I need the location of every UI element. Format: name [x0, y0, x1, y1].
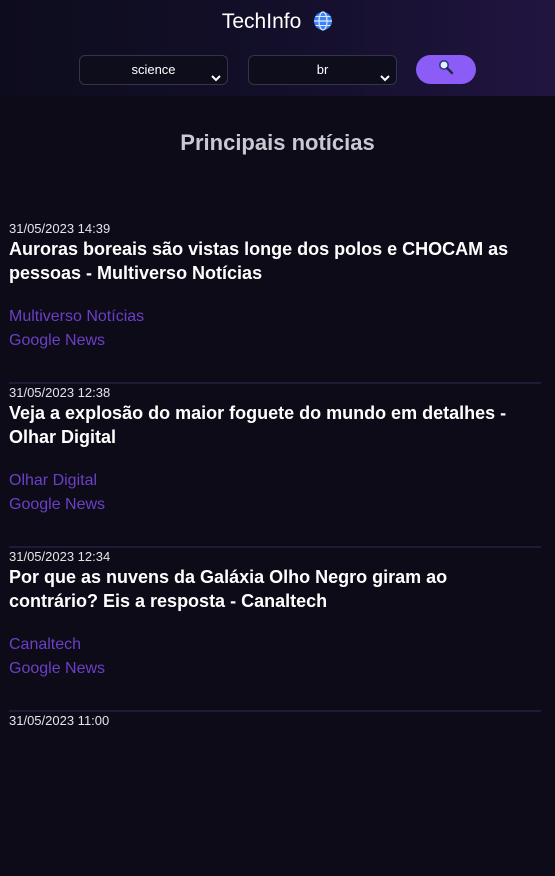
category-select[interactable]: science	[79, 55, 228, 85]
app-title: TechInfo	[0, 9, 555, 38]
news-date: 31/05/2023 11:00	[9, 713, 110, 728]
news-item: 31/05/2023 12:38 Veja a explosão do maio…	[9, 384, 541, 548]
news-aggregator-link[interactable]: Google News	[9, 659, 105, 679]
app-title-text: TechInfo	[221, 10, 302, 33]
news-date: 31/05/2023 14:39	[9, 221, 111, 236]
news-date: 31/05/2023 12:38	[9, 385, 111, 400]
news-headline: Por que as nuvens da Galáxia Olho Negro …	[9, 567, 448, 611]
chevron-down-icon	[211, 65, 221, 93]
category-select-value: science	[131, 62, 176, 77]
news-headline: Auroras boreais são vistas longe dos pol…	[9, 239, 509, 283]
news-headline: Veja a explosão do maior foguete do mund…	[9, 403, 507, 447]
news-date: 31/05/2023 12:34	[9, 549, 111, 564]
page-title: Principais notícias	[180, 130, 375, 155]
country-select-value: br	[316, 62, 329, 77]
search-button[interactable]	[416, 55, 476, 84]
chevron-down-icon	[380, 65, 390, 93]
magnifier-icon	[438, 59, 454, 80]
news-aggregator-link[interactable]: Google News	[9, 495, 105, 515]
globe-icon	[313, 11, 333, 38]
country-select[interactable]: br	[248, 55, 397, 85]
news-source-link[interactable]: Multiverso Notícias	[9, 307, 144, 327]
header: TechInfo science br	[0, 0, 555, 96]
news-item: 31/05/2023 11:00	[9, 712, 541, 876]
news-source-link[interactable]: Olhar Digital	[9, 471, 97, 491]
news-item: 31/05/2023 14:39 Auroras boreais são vis…	[9, 220, 541, 384]
news-aggregator-link[interactable]: Google News	[9, 331, 105, 351]
news-item: 31/05/2023 12:34 Por que as nuvens da Ga…	[9, 548, 541, 712]
news-feed: 31/05/2023 14:39 Auroras boreais são vis…	[9, 220, 541, 876]
news-source-link[interactable]: Canaltech	[9, 635, 81, 655]
